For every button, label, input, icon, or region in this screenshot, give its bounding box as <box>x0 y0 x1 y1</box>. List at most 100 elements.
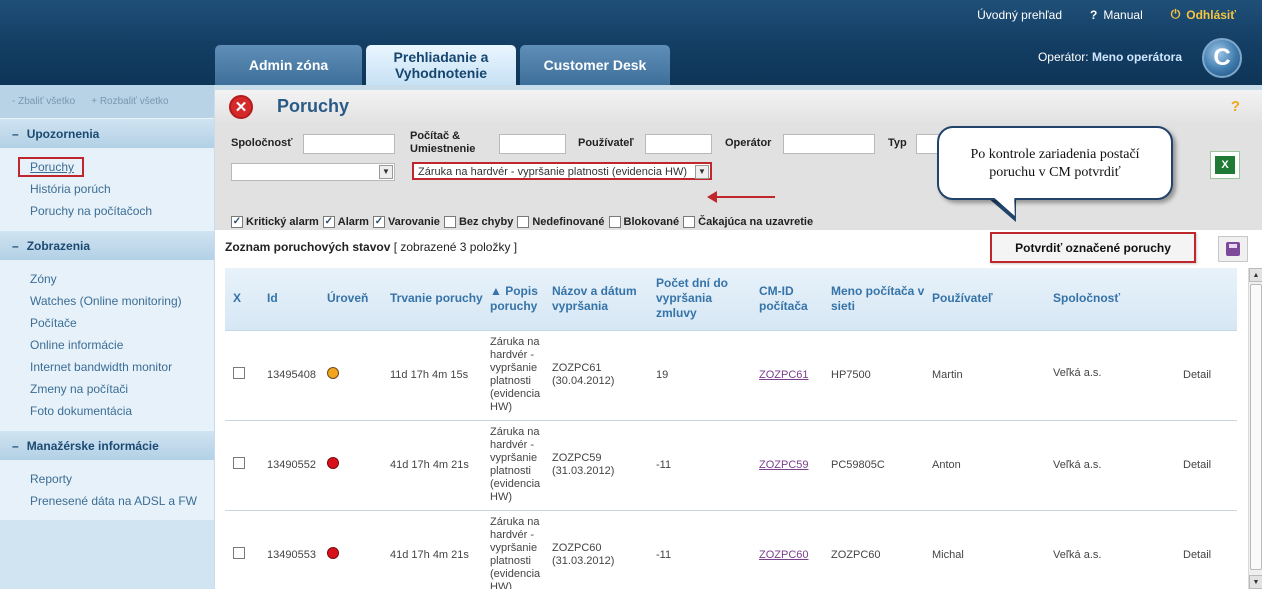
sidebar-item-zony[interactable]: Zóny <box>30 268 214 290</box>
sidebar-item-foto-dokumentacia[interactable]: Foto dokumentácia <box>30 400 214 422</box>
sidebar-item-zmeny-na-pocitaci[interactable]: Zmeny na počítači <box>30 378 214 400</box>
sidebar-section-manazerske[interactable]: – Manažérske informácie <box>0 430 214 460</box>
tab-review-evaluation[interactable]: Prehliadanie a Vyhodnotenie <box>366 45 516 85</box>
collapse-all-link[interactable]: - Zbaliť všetko <box>12 96 75 107</box>
vertical-scrollbar[interactable]: ▲ ▼ <box>1248 268 1262 589</box>
operator-info: Operátor: Meno operátora <box>1037 50 1182 64</box>
checkbox-critical-alarm[interactable]: ✓ Kritický alarm <box>231 216 319 228</box>
sidebar-item-poruchy-na-pocitacoch[interactable]: Poruchy na počítačoch <box>30 200 214 222</box>
cell-id: 13490553 <box>261 510 321 589</box>
row-checkbox[interactable] <box>233 367 245 379</box>
scrollbar-thumb[interactable] <box>1250 284 1262 570</box>
minus-icon: – <box>12 126 19 141</box>
cell-user: Martin <box>926 330 1047 421</box>
sidebar-collapse-row: - Zbaliť všetko + Rozbaliť všetko <box>0 85 214 118</box>
sidebar-section-upozornenia[interactable]: – Upozornenia <box>0 118 214 148</box>
cell-pcname: ZOZPC60 <box>825 510 926 589</box>
col-days[interactable]: Počet dní do vypršania zmluvy <box>650 268 753 331</box>
sidebar-section-body: Zóny Watches (Online monitoring) Počítač… <box>0 260 214 430</box>
help-icon[interactable]: ? <box>1231 98 1240 115</box>
company-input[interactable] <box>303 134 395 154</box>
minus-icon: – <box>12 438 19 453</box>
callout-note: Po kontrole zariadenia postačí poruchu v… <box>937 126 1173 200</box>
col-user[interactable]: Používateľ <box>926 268 1047 331</box>
cell-id: 13495408 <box>261 330 321 421</box>
computer-input[interactable] <box>499 134 566 154</box>
checkbox-warning[interactable]: ✓ Varovanie <box>372 216 440 228</box>
cell-cmid-link[interactable]: ZOZPC61 <box>753 330 825 421</box>
checkbox-alarm[interactable]: ✓ Alarm <box>322 216 369 228</box>
cell-user: Michal <box>926 510 1047 589</box>
manual-link[interactable]: ? Manual <box>1090 7 1143 22</box>
col-level[interactable]: Úroveň <box>321 268 384 331</box>
detail-link[interactable]: Detail <box>1177 330 1237 421</box>
sidebar-item-pocitace[interactable]: Počítače <box>30 312 214 334</box>
sidebar-section-body: Poruchy História porúch Poruchy na počít… <box>0 148 214 230</box>
type-select[interactable]: Záruka na hardvér - vypršanie platnosti … <box>412 162 712 180</box>
col-duration[interactable]: Trvanie poruchy <box>384 268 484 331</box>
type-label: Typ <box>888 137 907 149</box>
sidebar-item-reporty[interactable]: Reporty <box>30 468 214 490</box>
cell-description: Záruka na hardvér - vypršanie platnosti … <box>484 510 546 589</box>
table-header-row: X Id Úroveň Trvanie poruchy ▲ Popis poru… <box>225 268 1237 331</box>
col-detail <box>1177 268 1237 331</box>
sidebar-item-prenesene-data[interactable]: Prenesené dáta na ADSL a FW <box>30 490 214 512</box>
excel-export-icon[interactable]: X <box>1210 151 1240 179</box>
sidebar-item-historia-poruch[interactable]: História porúch <box>30 178 214 200</box>
save-icon[interactable] <box>1218 236 1248 262</box>
col-cmid[interactable]: CM-ID počítača <box>753 268 825 331</box>
operator-input[interactable] <box>783 134 875 154</box>
logo-icon: C <box>1202 38 1242 78</box>
faults-table: X Id Úroveň Trvanie poruchy ▲ Popis poru… <box>225 268 1237 589</box>
cell-description: Záruka na hardvér - vypršanie platnosti … <box>484 420 546 511</box>
table-row: 13490552 41d 17h 4m 21s Záruka na hardvé… <box>225 420 1237 511</box>
row-checkbox[interactable] <box>233 547 245 559</box>
tab-admin-zone[interactable]: Admin zóna <box>215 45 362 85</box>
scroll-up-icon[interactable]: ▲ <box>1249 268 1262 282</box>
cell-company: Veľká a.s. <box>1047 510 1177 589</box>
cell-company: Veľká a.s. <box>1047 330 1177 421</box>
cell-days: 19 <box>650 330 753 421</box>
annotation-arrow <box>707 191 775 203</box>
main-tabs: Admin zóna Prehliadanie a Vyhodnotenie C… <box>215 45 670 85</box>
checkbox-blocked[interactable]: Blokované <box>608 216 679 228</box>
expand-all-link[interactable]: + Rozbaliť všetko <box>91 96 168 107</box>
level-checkboxes: ✓ Kritický alarm ✓ Alarm ✓ Varovanie Bez ch… <box>231 216 813 228</box>
sidebar-section-zobrazenia[interactable]: – Zobrazenia <box>0 230 214 260</box>
cell-id: 13490552 <box>261 420 321 511</box>
tab-customer-desk[interactable]: Customer Desk <box>520 45 670 85</box>
detail-link[interactable]: Detail <box>1177 510 1237 589</box>
sidebar-item-watches[interactable]: Watches (Online monitoring) <box>30 290 214 312</box>
company-select[interactable]: ▼ <box>231 163 395 181</box>
detail-link[interactable]: Detail <box>1177 420 1237 511</box>
logout-link[interactable]: ⏻ Odhlásiť <box>1171 7 1236 22</box>
row-checkbox[interactable] <box>233 457 245 469</box>
confirm-selected-button[interactable]: Potvrdiť označené poruchy <box>990 232 1196 263</box>
minus-icon: – <box>12 238 19 253</box>
computer-label: Počítač & Umiestnenie <box>410 130 476 155</box>
overview-link[interactable]: Úvodný prehľad <box>977 7 1062 22</box>
list-header: Zoznam poruchových stavov [ zobrazené 3 … <box>225 240 518 254</box>
user-input[interactable] <box>645 134 712 154</box>
checkbox-no-error[interactable]: Bez chyby <box>443 216 513 228</box>
level-orange-dot-icon <box>327 367 339 379</box>
sidebar-item-bandwidth-monitor[interactable]: Internet bandwidth monitor <box>30 356 214 378</box>
col-company[interactable]: Spoločnosť <box>1047 268 1177 331</box>
checkbox-undefined[interactable]: Nedefinované <box>517 216 605 228</box>
scroll-down-icon[interactable]: ▼ <box>1249 575 1262 589</box>
col-name-date[interactable]: Názov a dátum vypršania <box>546 268 650 331</box>
cell-cmid-link[interactable]: ZOZPC60 <box>753 510 825 589</box>
col-description[interactable]: ▲ Popis poruchy <box>484 268 546 331</box>
checkbox-waiting-close[interactable]: Čakajúca na uzavretie <box>683 216 813 228</box>
sidebar-item-online-informacie[interactable]: Online informácie <box>30 334 214 356</box>
cell-cmid-link[interactable]: ZOZPC59 <box>753 420 825 511</box>
cell-user: Anton <box>926 420 1047 511</box>
col-pcname[interactable]: Meno počítača v sieti <box>825 268 926 331</box>
power-icon: ⏻ <box>1170 7 1181 21</box>
cell-duration: 41d 17h 4m 21s <box>384 510 484 589</box>
sidebar-item-poruchy[interactable]: Poruchy <box>18 156 214 178</box>
chevron-down-icon: ▼ <box>379 165 393 179</box>
col-id[interactable]: Id <box>261 268 321 331</box>
page-title: Poruchy <box>277 96 350 116</box>
operator-name[interactable]: Meno operátora <box>1092 50 1182 64</box>
